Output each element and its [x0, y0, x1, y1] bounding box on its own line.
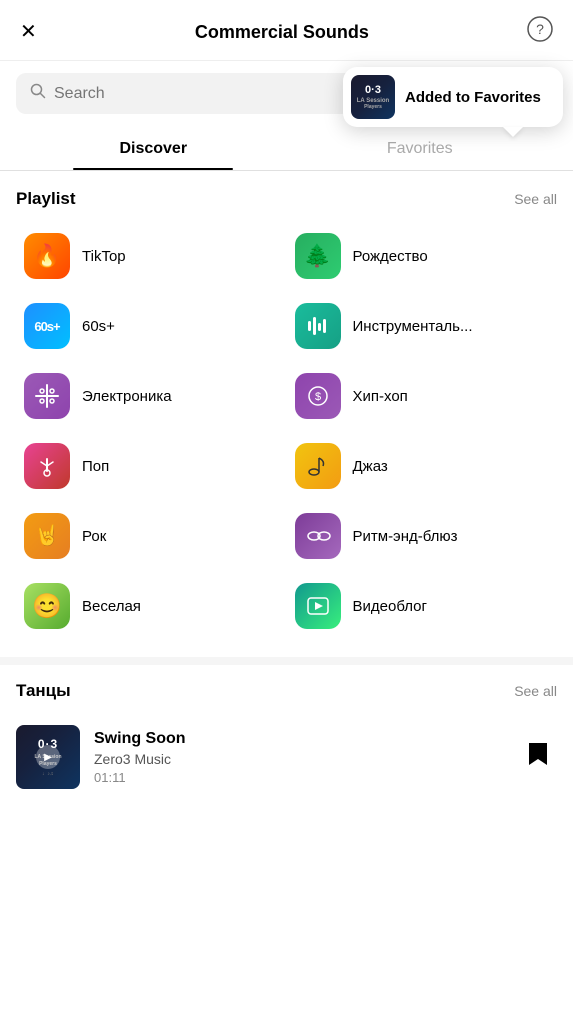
playlist-section: Playlist See all 🔥 TikTop 🌲 Рождество 60…	[0, 171, 573, 639]
instrumental-label: Инструменталь...	[353, 318, 473, 335]
playlist-item-veselaya[interactable]: 😊 Веселая	[16, 573, 287, 639]
60s-icon: 60s+	[24, 303, 70, 349]
tiktop-label: TikTop	[82, 248, 126, 265]
hiphop-label: Хип-хоп	[353, 388, 408, 405]
pop-label: Поп	[82, 458, 109, 475]
pop-icon	[24, 443, 70, 489]
hiphop-icon: $	[295, 373, 341, 419]
play-icon: ▶	[36, 745, 60, 769]
search-icon	[30, 83, 46, 104]
playlist-item-elektronika[interactable]: Электроника	[16, 363, 287, 429]
rok-icon: 🤘	[24, 513, 70, 559]
playlist-item-instrumental[interactable]: Инструменталь...	[287, 293, 558, 359]
videoblog-icon	[295, 583, 341, 629]
jazz-icon	[295, 443, 341, 489]
tabs-bar: Discover Favorites	[0, 126, 573, 171]
videoblog-label: Видеоблог	[353, 598, 427, 615]
rhythm-blues-label: Ритм-энд-блюз	[353, 528, 458, 545]
veselaya-label: Веселая	[82, 598, 141, 615]
rozhdestvo-label: Рождество	[353, 248, 428, 265]
svg-text:$: $	[314, 391, 320, 403]
rozhdestvo-icon: 🌲	[295, 233, 341, 279]
playlist-item-videoblog[interactable]: Видеоблог	[287, 573, 558, 639]
dances-section: Танцы See all 0·3 LA SessionPlayers ♩♪♫ …	[0, 665, 573, 799]
60s-label: 60s+	[82, 318, 115, 335]
elektronika-icon	[24, 373, 70, 419]
rok-label: Рок	[82, 528, 106, 545]
playlist-item-rhythm-blues[interactable]: Ритм-энд-блюз	[287, 503, 558, 569]
toast-thumbnail: 0·3 LA Session Players	[351, 75, 395, 119]
header: ✕ Commercial Sounds ?	[0, 0, 573, 61]
playlist-see-all[interactable]: See all	[514, 191, 557, 207]
dances-see-all[interactable]: See all	[514, 683, 557, 699]
toast-label: Added to Favorites	[405, 89, 541, 106]
playlist-item-rok[interactable]: 🤘 Рок	[16, 503, 287, 569]
svg-text:?: ?	[536, 21, 544, 37]
playlist-section-header: Playlist See all	[16, 189, 557, 209]
bookmark-button[interactable]	[519, 733, 557, 781]
song-title: Swing Soon	[94, 730, 505, 748]
playlist-title: Playlist	[16, 189, 76, 209]
playlist-grid: 🔥 TikTop 🌲 Рождество 60s+ 60s+ Инструмен…	[16, 223, 557, 639]
dances-section-header: Танцы See all	[16, 681, 557, 701]
page-title: Commercial Sounds	[195, 22, 369, 43]
rhythm-blues-icon	[295, 513, 341, 559]
playlist-item-rozhdestvo[interactable]: 🌲 Рождество	[287, 223, 558, 289]
veselaya-icon: 😊	[24, 583, 70, 629]
section-divider	[0, 657, 573, 665]
song-artist: Zero3 Music	[94, 751, 505, 767]
playlist-item-jazz[interactable]: Джаз	[287, 433, 558, 499]
jazz-label: Джаз	[353, 458, 388, 475]
added-to-favorites-toast: 0·3 LA Session Players Added to Favorite…	[343, 67, 563, 127]
playlist-item-tiktop[interactable]: 🔥 TikTop	[16, 223, 287, 289]
song-info: Swing Soon Zero3 Music 01:11	[94, 730, 505, 785]
close-button[interactable]: ✕	[20, 22, 37, 42]
help-button[interactable]: ?	[527, 16, 553, 48]
song-thumbnail: 0·3 LA SessionPlayers ♩♪♫ ▶	[16, 725, 80, 789]
svg-text:🤘: 🤘	[35, 523, 60, 547]
song-item-swing-soon[interactable]: 0·3 LA SessionPlayers ♩♪♫ ▶ Swing Soon Z…	[16, 715, 557, 799]
search-toast-row: 0·3 LA Session Players Added to Favorite…	[0, 61, 573, 126]
dances-title: Танцы	[16, 681, 71, 701]
playlist-item-pop[interactable]: Поп	[16, 433, 287, 499]
song-duration: 01:11	[94, 770, 505, 785]
tab-discover[interactable]: Discover	[20, 126, 287, 170]
instrumental-icon	[295, 303, 341, 349]
elektronika-label: Электроника	[82, 388, 172, 405]
tiktop-icon: 🔥	[24, 233, 70, 279]
playlist-item-hiphop[interactable]: $ Хип-хоп	[287, 363, 558, 429]
playlist-item-60s[interactable]: 60s+ 60s+	[16, 293, 287, 359]
